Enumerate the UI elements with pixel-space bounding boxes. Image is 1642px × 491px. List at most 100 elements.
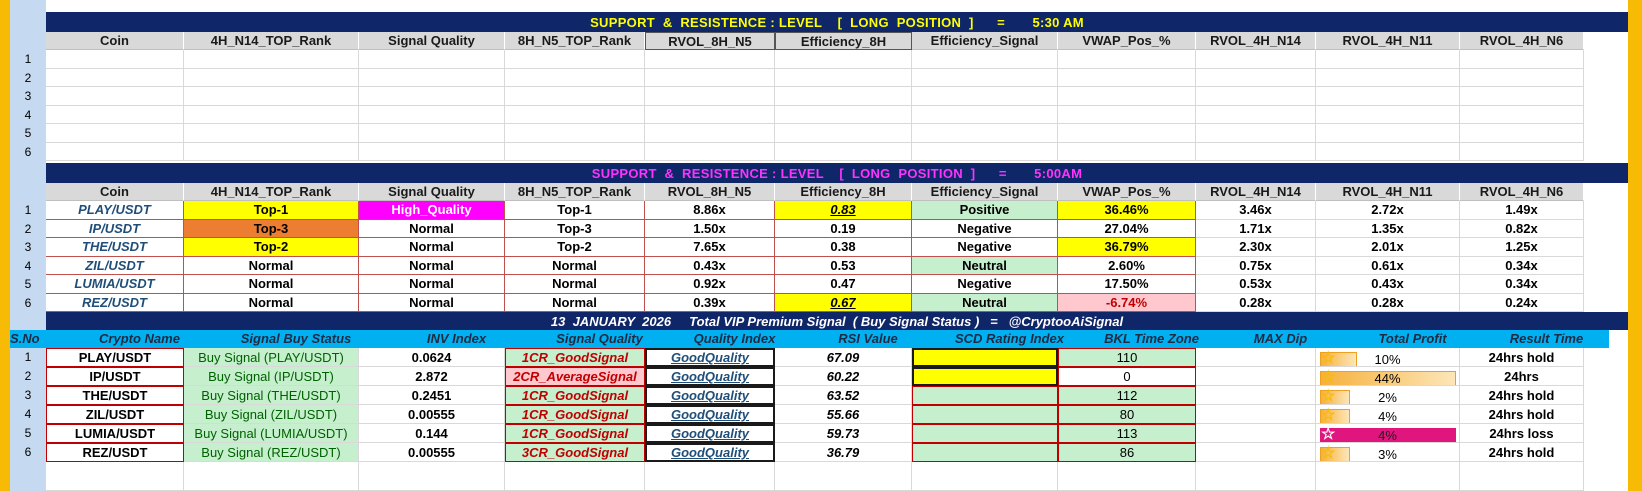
crypto-name-cell[interactable]: LUMIA/USDT xyxy=(46,424,184,443)
quality-index-cell[interactable]: GoodQuality xyxy=(645,367,775,386)
inv-index-cell[interactable]: 0.00555 xyxy=(359,443,505,462)
rvol-8h-cell[interactable]: 1.50x xyxy=(645,219,775,238)
rvol-4h-n14-cell[interactable]: 2.30x xyxy=(1196,238,1316,257)
rvol-4h-n11-cell[interactable]: 1.35x xyxy=(1316,219,1460,238)
column-header[interactable]: Efficiency_Signal xyxy=(912,183,1058,201)
empty-cell[interactable] xyxy=(505,124,645,143)
rank-4h-cell[interactable]: Normal xyxy=(184,275,359,294)
empty-cell[interactable] xyxy=(505,462,645,491)
max-dip-cell[interactable] xyxy=(1196,367,1316,386)
rank-4h-cell[interactable]: Top-2 xyxy=(184,238,359,257)
column-header[interactable]: Coin xyxy=(46,183,184,201)
signal-quality-cell[interactable]: Normal xyxy=(359,219,505,238)
column-header[interactable]: RVOL_8H_N5 xyxy=(645,32,775,50)
column-header[interactable]: Signal Quality xyxy=(359,32,505,50)
scd-rating-cell[interactable] xyxy=(912,386,1058,405)
empty-cell[interactable] xyxy=(46,142,184,161)
rvol-4h-n6-cell[interactable]: 1.49x xyxy=(1460,201,1584,220)
rank-4h-cell[interactable]: Top-3 xyxy=(184,219,359,238)
rank-8h-cell[interactable]: Normal xyxy=(505,256,645,275)
signal-buy-status-cell[interactable]: Buy Signal (THE/USDT) xyxy=(184,386,359,405)
empty-cell[interactable] xyxy=(1460,124,1584,143)
result-time-cell[interactable]: 24hrs hold xyxy=(1460,348,1584,367)
quality-index-link[interactable]: GoodQuality xyxy=(671,369,749,384)
quality-index-cell[interactable]: GoodQuality xyxy=(645,443,775,462)
quality-index-cell[interactable]: GoodQuality xyxy=(645,348,775,367)
column-header[interactable]: VWAP_Pos_% xyxy=(1058,183,1196,201)
max-dip-cell[interactable] xyxy=(1196,405,1316,424)
empty-cell[interactable] xyxy=(184,124,359,143)
empty-cell[interactable] xyxy=(912,124,1058,143)
column-header[interactable]: RVOL_8H_N5 xyxy=(645,183,775,201)
result-time-cell[interactable]: 24hrs loss xyxy=(1460,424,1584,443)
column-header[interactable]: SCD Rating Index xyxy=(937,330,1083,348)
scd-rating-cell[interactable] xyxy=(912,424,1058,443)
column-header[interactable]: Signal Quality xyxy=(359,183,505,201)
vwap-pos-cell[interactable]: -6.74% xyxy=(1058,293,1196,312)
vwap-pos-cell[interactable]: 36.46% xyxy=(1058,201,1196,220)
signal-quality-cell[interactable]: High_Quality xyxy=(359,201,505,220)
quality-index-cell[interactable]: GoodQuality xyxy=(645,386,775,405)
column-header[interactable]: Quality Index xyxy=(670,330,800,348)
empty-cell[interactable] xyxy=(1460,142,1584,161)
empty-cell[interactable] xyxy=(184,68,359,87)
scd-rating-cell[interactable] xyxy=(912,348,1058,367)
empty-cell[interactable] xyxy=(775,68,912,87)
empty-cell[interactable] xyxy=(1058,87,1196,106)
total-profit-cell[interactable]: ☆ 4% xyxy=(1316,405,1460,424)
rsi-value-cell[interactable]: 59.73 xyxy=(775,424,912,443)
rvol-8h-cell[interactable]: 0.43x xyxy=(645,256,775,275)
rvol-8h-cell[interactable]: 0.39x xyxy=(645,293,775,312)
empty-cell[interactable] xyxy=(1460,462,1584,491)
empty-cell[interactable] xyxy=(505,68,645,87)
rvol-4h-n11-cell[interactable]: 0.28x xyxy=(1316,293,1460,312)
empty-cell[interactable] xyxy=(184,50,359,69)
signal-quality-cell[interactable]: Normal xyxy=(359,293,505,312)
empty-cell[interactable] xyxy=(645,87,775,106)
empty-cell[interactable] xyxy=(1058,124,1196,143)
empty-cell[interactable] xyxy=(505,87,645,106)
column-header[interactable]: INV Index xyxy=(384,330,530,348)
efficiency-signal-cell[interactable]: Negative xyxy=(912,275,1058,294)
quality-index-link[interactable]: GoodQuality xyxy=(671,426,749,441)
empty-cell[interactable] xyxy=(505,50,645,69)
signal-quality-cell[interactable]: 1CR_GoodSignal xyxy=(505,348,645,367)
coin-cell[interactable]: LUMIA/USDT xyxy=(46,275,184,294)
column-header[interactable]: Result Time xyxy=(1485,330,1609,348)
empty-cell[interactable] xyxy=(1196,87,1316,106)
empty-cell[interactable] xyxy=(46,50,184,69)
empty-cell[interactable] xyxy=(359,105,505,124)
column-header[interactable]: S.No xyxy=(10,330,71,348)
column-header[interactable]: Signal Buy Status xyxy=(209,330,384,348)
signal-buy-status-cell[interactable]: Buy Signal (REZ/USDT) xyxy=(184,443,359,462)
signal-quality-cell[interactable]: 1CR_GoodSignal xyxy=(505,405,645,424)
rvol-4h-n6-cell[interactable]: 0.82x xyxy=(1460,219,1584,238)
empty-cell[interactable] xyxy=(912,105,1058,124)
empty-cell[interactable] xyxy=(184,462,359,491)
empty-cell[interactable] xyxy=(505,105,645,124)
empty-cell[interactable] xyxy=(912,142,1058,161)
empty-cell[interactable] xyxy=(359,142,505,161)
quality-index-link[interactable]: GoodQuality xyxy=(671,445,749,460)
inv-index-cell[interactable]: 0.144 xyxy=(359,424,505,443)
coin-cell[interactable]: IP/USDT xyxy=(46,219,184,238)
signal-quality-cell[interactable]: Normal xyxy=(359,238,505,257)
rvol-8h-cell[interactable]: 7.65x xyxy=(645,238,775,257)
quality-index-cell[interactable]: GoodQuality xyxy=(645,405,775,424)
empty-cell[interactable] xyxy=(184,87,359,106)
crypto-name-cell[interactable]: REZ/USDT xyxy=(46,443,184,462)
empty-cell[interactable] xyxy=(359,462,505,491)
empty-cell[interactable] xyxy=(46,87,184,106)
empty-cell[interactable] xyxy=(184,105,359,124)
scd-rating-cell[interactable] xyxy=(912,405,1058,424)
empty-cell[interactable] xyxy=(1058,142,1196,161)
empty-cell[interactable] xyxy=(645,124,775,143)
rvol-4h-n11-cell[interactable]: 0.61x xyxy=(1316,256,1460,275)
signal-buy-status-cell[interactable]: Buy Signal (LUMIA/USDT) xyxy=(184,424,359,443)
crypto-name-cell[interactable]: THE/USDT xyxy=(46,386,184,405)
column-header[interactable]: RSI Value xyxy=(800,330,937,348)
rank-8h-cell[interactable]: Normal xyxy=(505,293,645,312)
rvol-4h-n11-cell[interactable]: 0.43x xyxy=(1316,275,1460,294)
rvol-4h-n14-cell[interactable]: 3.46x xyxy=(1196,201,1316,220)
signal-quality-cell[interactable]: 1CR_GoodSignal xyxy=(505,386,645,405)
